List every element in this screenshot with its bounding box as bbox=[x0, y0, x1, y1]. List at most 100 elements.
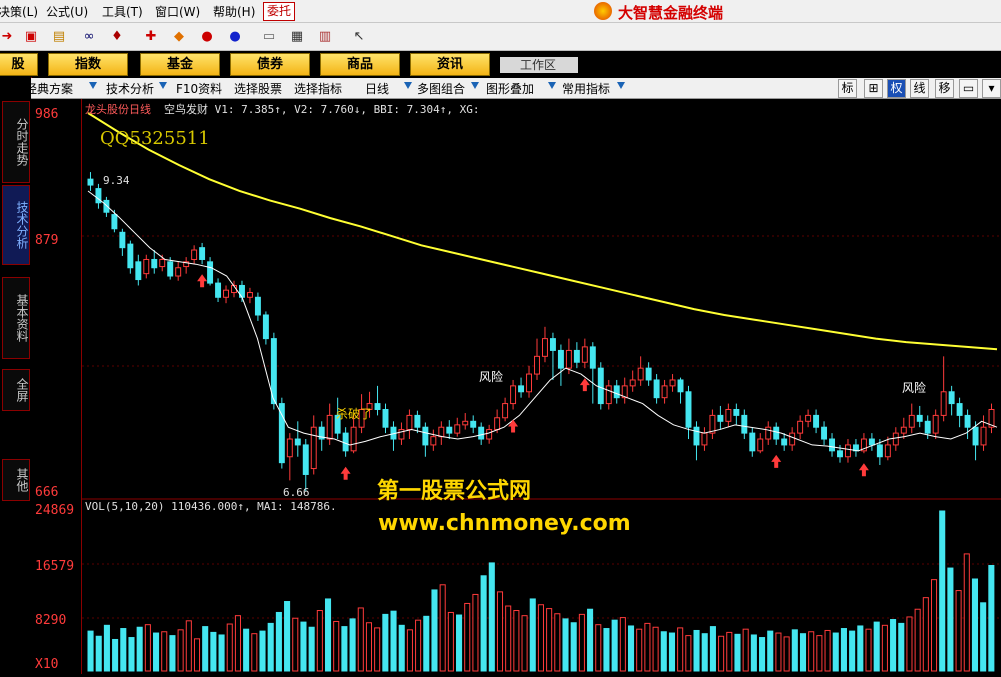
menu-decision[interactable]: 决策(L) bbox=[0, 3, 38, 20]
volume-bar bbox=[505, 605, 512, 672]
volume-bar bbox=[513, 610, 520, 672]
notepad-icon[interactable]: ▭ bbox=[260, 28, 278, 45]
side-tab-fundamentals[interactable]: 基本资料 bbox=[2, 277, 30, 359]
chart-menu-period[interactable]: 日线 bbox=[365, 80, 389, 97]
line-button[interactable]: 线 bbox=[910, 79, 929, 98]
volume-unit: X10 bbox=[35, 657, 59, 672]
candle-body bbox=[637, 367, 644, 381]
volume-bar bbox=[365, 622, 373, 672]
menu-formula[interactable]: 公式(U) bbox=[46, 3, 88, 20]
category-news[interactable]: 资讯 bbox=[410, 53, 490, 76]
menu-help[interactable]: 帮助(H) bbox=[213, 3, 255, 20]
list-icon[interactable]: ▦ bbox=[288, 28, 306, 45]
volume-bar bbox=[324, 598, 332, 672]
candle-body bbox=[518, 385, 525, 393]
risk-label-2: 风险 bbox=[902, 381, 927, 395]
volume-bar bbox=[701, 633, 708, 672]
help-pointer-icon[interactable]: ↖ bbox=[350, 28, 368, 45]
side-tab-other[interactable]: 其他 bbox=[2, 459, 30, 501]
volume-bar bbox=[333, 620, 340, 672]
candle-body bbox=[494, 417, 501, 431]
candle-body bbox=[757, 438, 764, 452]
stock-a-icon[interactable]: ● bbox=[198, 28, 216, 45]
candle-body bbox=[956, 403, 963, 416]
workspace-tab[interactable]: 工作区 bbox=[500, 57, 579, 73]
volume-bar bbox=[537, 604, 544, 672]
candle-body bbox=[549, 338, 556, 351]
side-tab-fullscreen[interactable]: 全屏 bbox=[2, 369, 30, 411]
chart-menu-technical[interactable]: 技术分析 bbox=[106, 80, 154, 97]
chart-menu-select-stock[interactable]: 选择股票 bbox=[234, 80, 282, 97]
category-bond[interactable]: 债券 bbox=[230, 53, 310, 76]
category-stock[interactable]: 股 bbox=[0, 53, 38, 76]
volume-bar bbox=[169, 635, 176, 672]
stock-b-icon[interactable]: ● bbox=[226, 28, 244, 45]
menu-tools[interactable]: 工具(T) bbox=[102, 3, 143, 20]
multi-dropdown-icon[interactable] bbox=[471, 82, 479, 89]
volume-bar bbox=[259, 630, 266, 672]
candle-body bbox=[605, 385, 612, 405]
common-dropdown-icon[interactable] bbox=[617, 82, 625, 89]
binoculars-icon[interactable]: ∞ bbox=[80, 28, 98, 45]
category-index[interactable]: 指数 bbox=[48, 53, 128, 76]
kline-chart[interactable] bbox=[82, 99, 1001, 674]
classic-dropdown-icon[interactable] bbox=[89, 82, 97, 89]
buy-arrow-icon bbox=[340, 466, 351, 480]
category-commodity[interactable]: 商品 bbox=[320, 53, 400, 76]
back-icon[interactable]: ➜ bbox=[0, 28, 16, 45]
candle-body bbox=[406, 414, 413, 431]
volume-bar bbox=[357, 607, 364, 672]
rights-button[interactable]: 权 bbox=[887, 79, 906, 98]
volume-bar bbox=[799, 633, 807, 672]
candle-body bbox=[924, 420, 931, 434]
icon-toolbar: ➜ ▣ ▤ ∞ ♦ ✚ ◆ ● ● ▭ ▦ ▥ ↖ bbox=[0, 23, 1001, 51]
chart-menu-overlay[interactable]: 图形叠加 bbox=[486, 80, 534, 97]
diamond-icon[interactable]: ◆ bbox=[170, 28, 188, 45]
window-button[interactable]: ▭ bbox=[959, 79, 978, 98]
volume-bar bbox=[832, 632, 839, 672]
volume-bar bbox=[603, 628, 610, 672]
volume-bar bbox=[521, 615, 528, 672]
volume-bar bbox=[144, 624, 151, 672]
chart-canvas[interactable] bbox=[82, 99, 1001, 674]
chart-menu-classic[interactable]: 经典方案 bbox=[25, 80, 73, 97]
candle-body bbox=[733, 408, 740, 416]
move-button[interactable]: 移 bbox=[935, 79, 954, 98]
chart-toolbar: 经典方案 技术分析 F10资料 选择股票 选择指标 日线 多图组合 图形叠加 常… bbox=[25, 78, 1001, 99]
volume-bar bbox=[153, 632, 160, 672]
candle-body bbox=[510, 385, 517, 405]
side-tab-intraday[interactable]: 分时走势 bbox=[2, 101, 30, 183]
volume-bar bbox=[734, 633, 741, 672]
crosshair-button[interactable]: ⊞ bbox=[864, 79, 883, 98]
category-fund[interactable]: 基金 bbox=[140, 53, 220, 76]
volume-bar bbox=[185, 620, 192, 672]
entrust-button[interactable]: 委托 bbox=[263, 2, 296, 21]
buy-arrow-icon bbox=[508, 419, 519, 433]
mark-button[interactable]: 标 bbox=[838, 79, 857, 98]
f10-icon[interactable]: ✚ bbox=[142, 28, 160, 45]
period-dropdown-icon[interactable] bbox=[404, 82, 412, 89]
analysis-icon[interactable]: ▤ bbox=[50, 28, 68, 45]
market-icon[interactable]: ▣ bbox=[22, 28, 40, 45]
candle-body bbox=[454, 424, 461, 434]
candle-body bbox=[215, 282, 222, 298]
volume-bar bbox=[226, 623, 233, 672]
volume-bar bbox=[464, 602, 471, 672]
candle-body bbox=[302, 444, 309, 475]
chart-menu-select-indicator[interactable]: 选择指标 bbox=[294, 80, 342, 97]
candle-body bbox=[127, 243, 134, 269]
overlay-dropdown-icon[interactable] bbox=[548, 82, 556, 89]
menu-window[interactable]: 窗口(W) bbox=[155, 3, 200, 20]
volume-bar bbox=[922, 597, 929, 672]
volume-bar bbox=[840, 628, 847, 672]
alert-icon[interactable]: ♦ bbox=[108, 28, 126, 45]
candle-body bbox=[223, 289, 229, 298]
technical-dropdown-icon[interactable] bbox=[159, 82, 167, 89]
chart-menu-multi[interactable]: 多图组合 bbox=[417, 80, 465, 97]
more-button[interactable]: ▾ bbox=[982, 79, 1001, 98]
books-icon[interactable]: ▥ bbox=[316, 28, 334, 45]
side-tab-technical[interactable]: 技术分析 bbox=[2, 185, 30, 265]
candle-body bbox=[246, 292, 253, 298]
chart-menu-f10[interactable]: F10资料 bbox=[176, 80, 222, 97]
chart-menu-common[interactable]: 常用指标 bbox=[562, 80, 610, 97]
